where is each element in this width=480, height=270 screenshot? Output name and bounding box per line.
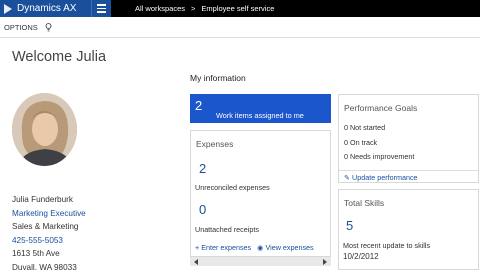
my-information-heading: My information bbox=[190, 73, 246, 83]
unreconciled-count[interactable]: 2 bbox=[199, 161, 206, 176]
expenses-tile: Expenses 2 Unreconciled expenses 0 Unatt… bbox=[190, 130, 331, 257]
performance-title: Performance Goals bbox=[344, 103, 418, 113]
app-title: Dynamics AX bbox=[17, 3, 77, 14]
hamburger-icon bbox=[97, 4, 106, 6]
employee-address-line1: 1613 5th Ave bbox=[12, 249, 60, 258]
top-navigation-bar: Dynamics AX All workspaces > Employee se… bbox=[0, 0, 480, 17]
eye-icon: ◉ bbox=[257, 243, 264, 252]
work-items-label: Work items assigned to me bbox=[216, 111, 304, 120]
enter-expenses-label: Enter expenses bbox=[201, 243, 252, 252]
skills-title: Total Skills bbox=[344, 198, 385, 208]
page-title: Welcome Julia bbox=[12, 49, 107, 65]
pencil-icon: ✎ bbox=[344, 173, 351, 182]
performance-on-track[interactable]: 0 On track bbox=[344, 136, 414, 151]
enter-expenses-link[interactable]: + Enter expenses bbox=[195, 243, 251, 252]
lightbulb-icon[interactable] bbox=[45, 22, 52, 32]
employee-address-line2: Duvall, WA 98033 bbox=[12, 262, 77, 270]
breadcrumb-separator: > bbox=[191, 4, 196, 13]
employee-phone-link[interactable]: 425-555-5053 bbox=[12, 234, 86, 248]
action-pane: OPTIONS bbox=[0, 17, 480, 38]
breadcrumb: All workspaces > Employee self service bbox=[135, 4, 274, 13]
dynamics-logo-icon bbox=[4, 3, 12, 14]
breadcrumb-all-workspaces[interactable]: All workspaces bbox=[135, 4, 185, 13]
employee-title-link[interactable]: Marketing Executive bbox=[12, 207, 86, 221]
skills-count[interactable]: 5 bbox=[346, 218, 353, 233]
expenses-title: Expenses bbox=[196, 139, 234, 149]
view-expenses-link[interactable]: ◉ View expenses bbox=[257, 243, 314, 252]
total-skills-tile[interactable]: Total Skills 5 Most recent update to ski… bbox=[338, 189, 479, 270]
view-expenses-label: View expenses bbox=[265, 243, 314, 252]
performance-goals-tile: Performance Goals 0 Not started 0 On tra… bbox=[338, 94, 479, 183]
avatar bbox=[12, 93, 77, 166]
work-items-count: 2 bbox=[195, 98, 203, 113]
employee-department: Sales & Marketing bbox=[12, 222, 79, 231]
navigation-menu-button[interactable] bbox=[91, 0, 111, 17]
employee-name: Julia Funderburk bbox=[12, 195, 73, 204]
work-items-tile[interactable]: 2 Work items assigned to me bbox=[190, 94, 331, 123]
skills-recent-label: Most recent update to skills bbox=[343, 241, 431, 250]
profile-photo-icon bbox=[12, 93, 77, 166]
expenses-actions: + Enter expenses ◉ View expenses bbox=[195, 243, 314, 252]
scroll-left-icon[interactable] bbox=[194, 258, 198, 265]
performance-list: 0 Not started 0 On track 0 Needs improve… bbox=[344, 121, 414, 165]
performance-needs-improvement[interactable]: 0 Needs improvement bbox=[344, 150, 414, 165]
unreconciled-label: Unreconciled expenses bbox=[195, 183, 270, 192]
scroll-right-icon[interactable] bbox=[323, 258, 327, 265]
skills-recent-date: 10/2/2012 bbox=[343, 252, 379, 261]
plus-icon: + bbox=[195, 243, 200, 252]
breadcrumb-employee-self-service[interactable]: Employee self service bbox=[201, 4, 274, 13]
app-brand[interactable]: Dynamics AX bbox=[0, 0, 91, 17]
horizontal-scrollbar[interactable] bbox=[190, 257, 331, 266]
options-tab[interactable]: OPTIONS bbox=[4, 23, 38, 32]
unattached-label: Unattached receipts bbox=[195, 225, 259, 234]
employee-details: Julia Funderburk Marketing Executive Sal… bbox=[12, 193, 86, 270]
update-performance-link[interactable]: ✎ Update performance bbox=[339, 170, 478, 183]
performance-not-started[interactable]: 0 Not started bbox=[344, 121, 414, 136]
update-performance-label: Update performance bbox=[352, 173, 418, 182]
unattached-count[interactable]: 0 bbox=[199, 202, 206, 217]
